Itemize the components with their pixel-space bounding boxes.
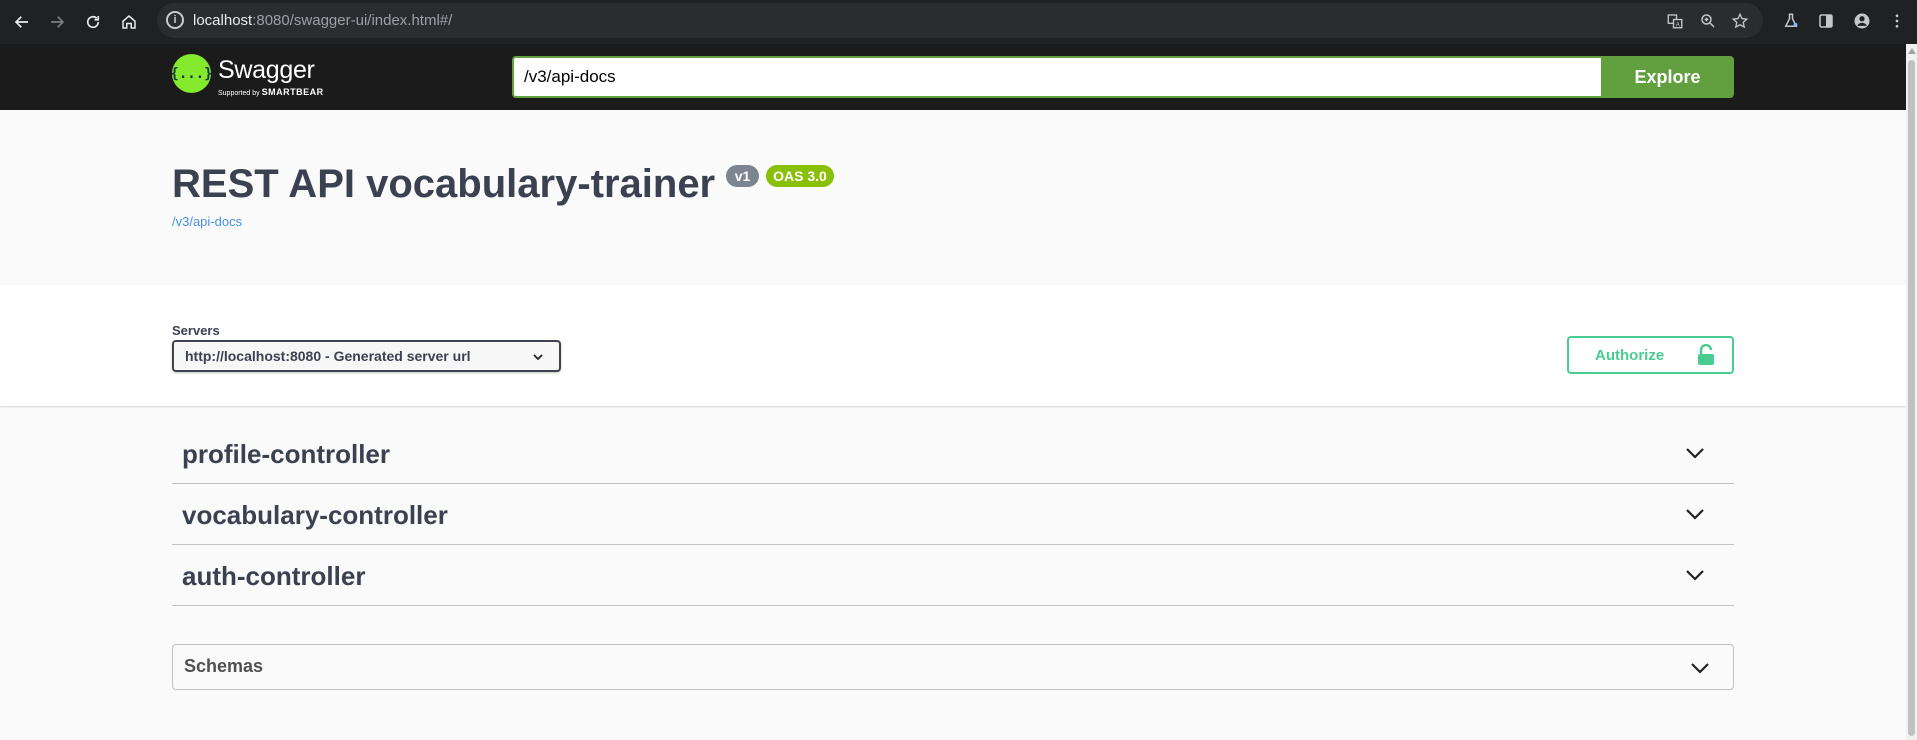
chevron-down-icon [533, 354, 543, 361]
swagger-logo-text: Swagger [218, 56, 315, 84]
schemas-section[interactable]: Schemas [172, 644, 1734, 690]
url-host: localhost [193, 12, 253, 29]
schemas-title: Schemas [184, 656, 264, 676]
back-button[interactable] [6, 6, 38, 38]
tag-name: vocabulary-controller [182, 500, 448, 530]
logo-sub-prefix: Supported by [218, 90, 260, 97]
address-bar[interactable]: i localhost:8080/swagger-ui/index.html#/… [157, 3, 1763, 38]
version-badge: v1 [726, 165, 759, 187]
chevron-down-icon[interactable] [1684, 445, 1706, 461]
logo-sub-brand: SMARTBEAR [261, 87, 324, 97]
translate-icon[interactable]: A [1664, 10, 1686, 32]
spec-url-input[interactable] [512, 56, 1601, 98]
scheme-container: Servers http://localhost:8080 - Generate… [0, 285, 1906, 406]
chevron-down-icon[interactable] [1684, 567, 1706, 583]
profile-avatar-icon[interactable] [1850, 8, 1874, 34]
home-icon [122, 15, 136, 29]
api-info: REST API vocabulary-trainer v1 OAS 3.0 /… [0, 110, 1906, 285]
bookmark-star-icon[interactable] [1729, 10, 1751, 32]
chevron-down-icon[interactable] [1689, 660, 1711, 676]
tag-name: auth-controller [182, 561, 366, 591]
tag-vocabulary-controller[interactable]: vocabulary-controller [172, 484, 1734, 545]
explore-button[interactable]: Explore [1601, 56, 1734, 98]
home-button[interactable] [113, 6, 145, 38]
authorize-button[interactable]: Authorize [1567, 336, 1734, 374]
spec-link[interactable]: /v3/api-docs [172, 214, 242, 229]
explore-form: Explore [512, 56, 1734, 98]
scroll-up-arrow-icon[interactable] [1908, 48, 1916, 54]
page-title: REST API vocabulary-trainer [172, 162, 716, 206]
server-select[interactable]: http://localhost:8080 - Generated server… [172, 340, 561, 372]
side-panel-icon[interactable] [1814, 8, 1838, 34]
logo-subtitle: Supported by SMARTBEAR [218, 87, 324, 97]
site-info-icon[interactable]: i [166, 11, 184, 29]
oas-badge: OAS 3.0 [766, 165, 834, 187]
tag-profile-controller[interactable]: profile-controller [172, 423, 1734, 484]
scroll-thumb[interactable] [1908, 60, 1915, 736]
labs-flask-icon[interactable] [1779, 8, 1803, 34]
tag-name: profile-controller [182, 439, 391, 469]
browser-menu-icon[interactable] [1885, 8, 1909, 34]
browser-toolbar: i localhost:8080/swagger-ui/index.html#/… [0, 0, 1917, 44]
forward-button[interactable] [41, 6, 73, 38]
reload-icon [86, 15, 100, 29]
swagger-logo-icon: {...} [170, 54, 213, 93]
server-select-value: http://localhost:8080 - Generated server… [185, 348, 471, 364]
back-arrow-icon [14, 16, 28, 28]
url-text[interactable]: localhost:8080/swagger-ui/index.html#/ [193, 12, 452, 29]
chevron-down-icon[interactable] [1684, 506, 1706, 522]
url-path: :8080/swagger-ui/index.html#/ [252, 12, 453, 29]
reload-button[interactable] [77, 6, 109, 38]
forward-arrow-icon [51, 16, 65, 28]
zoom-icon[interactable] [1697, 10, 1719, 32]
page-scrollbar[interactable] [1906, 44, 1917, 740]
tag-auth-controller[interactable]: auth-controller [172, 545, 1734, 606]
authorize-label: Authorize [1595, 347, 1665, 364]
svg-text:A: A [1676, 22, 1680, 28]
swagger-logo[interactable]: {...} Swagger Supported by SMARTBEAR [170, 54, 342, 100]
unlock-icon [1698, 344, 1714, 365]
swagger-topbar: {...} Swagger Supported by SMARTBEAR Exp… [0, 44, 1906, 110]
servers-label: Servers [172, 323, 220, 338]
